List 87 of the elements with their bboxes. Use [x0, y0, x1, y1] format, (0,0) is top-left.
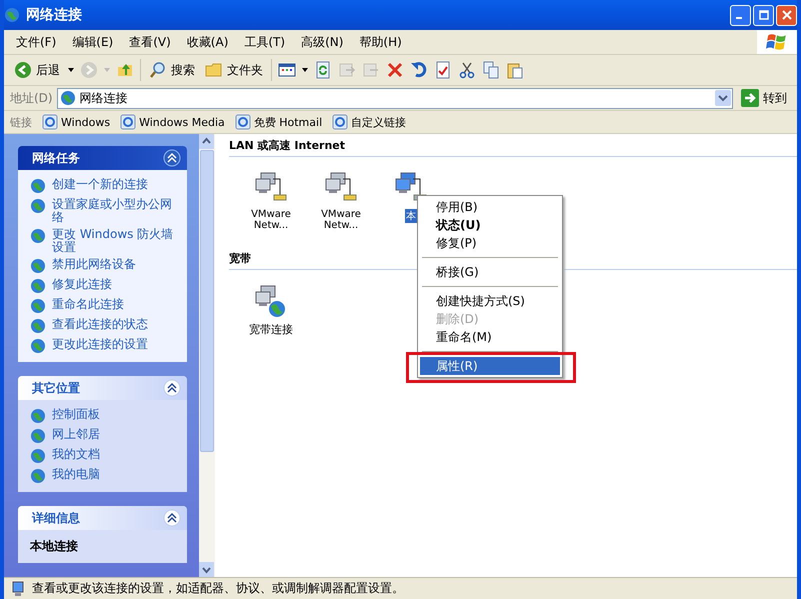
globe-icon	[30, 178, 46, 194]
globe-icon	[30, 338, 46, 354]
task-link[interactable]: 禁用此网络设备	[52, 258, 136, 271]
scroll-thumb[interactable]	[200, 150, 214, 452]
maximize-icon	[758, 10, 768, 20]
search-icon	[149, 61, 167, 79]
menu-item[interactable]: 重命名(M)	[420, 328, 560, 346]
properties-icon[interactable]	[434, 61, 452, 79]
task-link[interactable]: 更改此连接的设置	[52, 338, 148, 351]
cut-icon[interactable]	[458, 61, 476, 79]
link-item[interactable]: 自定义链接	[332, 114, 406, 130]
folder-icon	[205, 61, 223, 79]
web-page-icon	[120, 114, 136, 130]
web-page-icon	[42, 114, 58, 130]
globe-icon	[30, 468, 46, 484]
menu-item[interactable]: 停用(B)	[420, 198, 560, 216]
globe-icon	[30, 258, 46, 274]
links-label: 链接	[10, 114, 32, 130]
connection-label[interactable]: 宽带连接	[248, 322, 294, 337]
globe-icon	[30, 198, 46, 214]
search-button[interactable]: 搜索	[147, 61, 197, 79]
paste-icon[interactable]	[506, 61, 524, 79]
globe-icon	[30, 298, 46, 314]
task-link[interactable]: 修复此连接	[52, 278, 112, 291]
delete-icon[interactable]	[386, 61, 404, 79]
undo-icon[interactable]	[410, 61, 428, 79]
menu-item[interactable]: 编辑(E)	[72, 34, 114, 50]
dropdown-arrow-icon[interactable]	[68, 68, 74, 72]
details-heading: 本地连接	[30, 538, 79, 555]
status-text: 查看或更改该连接的设置，如适配器、协议、或调制解调器配置设置。	[32, 580, 404, 597]
task-link[interactable]: 我的文档	[52, 448, 100, 461]
windows-logo-icon	[757, 30, 797, 54]
task-link[interactable]: 网上邻居	[52, 428, 100, 441]
folders-button[interactable]: 文件夹	[203, 61, 265, 79]
views-grid-icon[interactable]	[278, 61, 296, 79]
web-page-icon	[234, 114, 251, 130]
go-button[interactable]: 转到	[737, 89, 791, 107]
connection-label[interactable]: VMware Netw...	[250, 209, 292, 231]
connection-label[interactable]: 本	[405, 209, 417, 223]
address-field[interactable]: 网络连接	[56, 88, 733, 108]
menu-item[interactable]: 属性(R)	[420, 357, 560, 375]
task-link[interactable]: 设置家庭或小型办公网络	[52, 198, 179, 224]
menu-item[interactable]: 查看(V)	[129, 34, 171, 50]
scrollbar[interactable]	[199, 134, 215, 577]
link-item[interactable]: 免费 Hotmail	[234, 114, 322, 130]
back-button[interactable]: 后退	[12, 61, 62, 79]
link-item[interactable]: Windows Media	[120, 114, 225, 130]
globe-icon	[30, 318, 46, 334]
link-item[interactable]: Windows	[42, 114, 110, 130]
minimize-button[interactable]	[730, 4, 751, 26]
menu-item[interactable]: 状态(U)	[420, 216, 560, 234]
refresh-icon[interactable]	[314, 61, 332, 79]
menu-item[interactable]: 帮助(H)	[359, 34, 402, 50]
task-link[interactable]: 创建一个新的连接	[52, 178, 148, 191]
menu-item[interactable]: 收藏(A)	[186, 34, 228, 50]
task-link[interactable]: 控制面板	[52, 408, 100, 421]
computer-icon	[10, 580, 26, 596]
group-header: LAN 或高速 Internet	[229, 138, 797, 157]
globe-icon	[30, 408, 46, 424]
menu-item[interactable]: 创建快捷方式(S)	[420, 292, 560, 310]
globe-icon	[30, 228, 46, 244]
minimize-icon	[736, 17, 742, 19]
collapse-chevron-icon[interactable]	[163, 509, 181, 527]
window-title: 网络连接	[26, 6, 82, 24]
task-link[interactable]: 更改 Windows 防火墙设置	[52, 228, 179, 254]
task-link[interactable]: 重命名此连接	[52, 298, 124, 311]
menu-item[interactable]: 修复(P)	[420, 234, 560, 252]
address-label: 地址(D)	[10, 90, 53, 106]
globe-icon	[30, 448, 46, 464]
globe-icon	[30, 278, 46, 294]
close-button[interactable]	[776, 4, 797, 26]
web-page-icon	[332, 114, 348, 130]
menu-item[interactable]: 工具(T)	[244, 34, 286, 50]
task-link[interactable]: 查看此连接的状态	[52, 318, 148, 331]
connection-label[interactable]: VMware Netw...	[320, 209, 362, 231]
task-link[interactable]: 我的电脑	[52, 468, 100, 481]
dropdown-arrow-icon[interactable]	[302, 68, 308, 72]
collapse-chevron-icon[interactable]	[163, 379, 181, 397]
globe-icon	[60, 90, 76, 106]
close-icon	[782, 10, 792, 20]
copy-icon[interactable]	[482, 61, 500, 79]
maximize-button[interactable]	[753, 4, 774, 26]
collapse-chevron-icon[interactable]	[163, 149, 181, 167]
globe-icon	[30, 428, 46, 444]
globe-icon	[4, 7, 20, 23]
menu-item[interactable]: 文件(F)	[16, 34, 56, 50]
menu-item[interactable]: 高级(N)	[301, 34, 344, 50]
